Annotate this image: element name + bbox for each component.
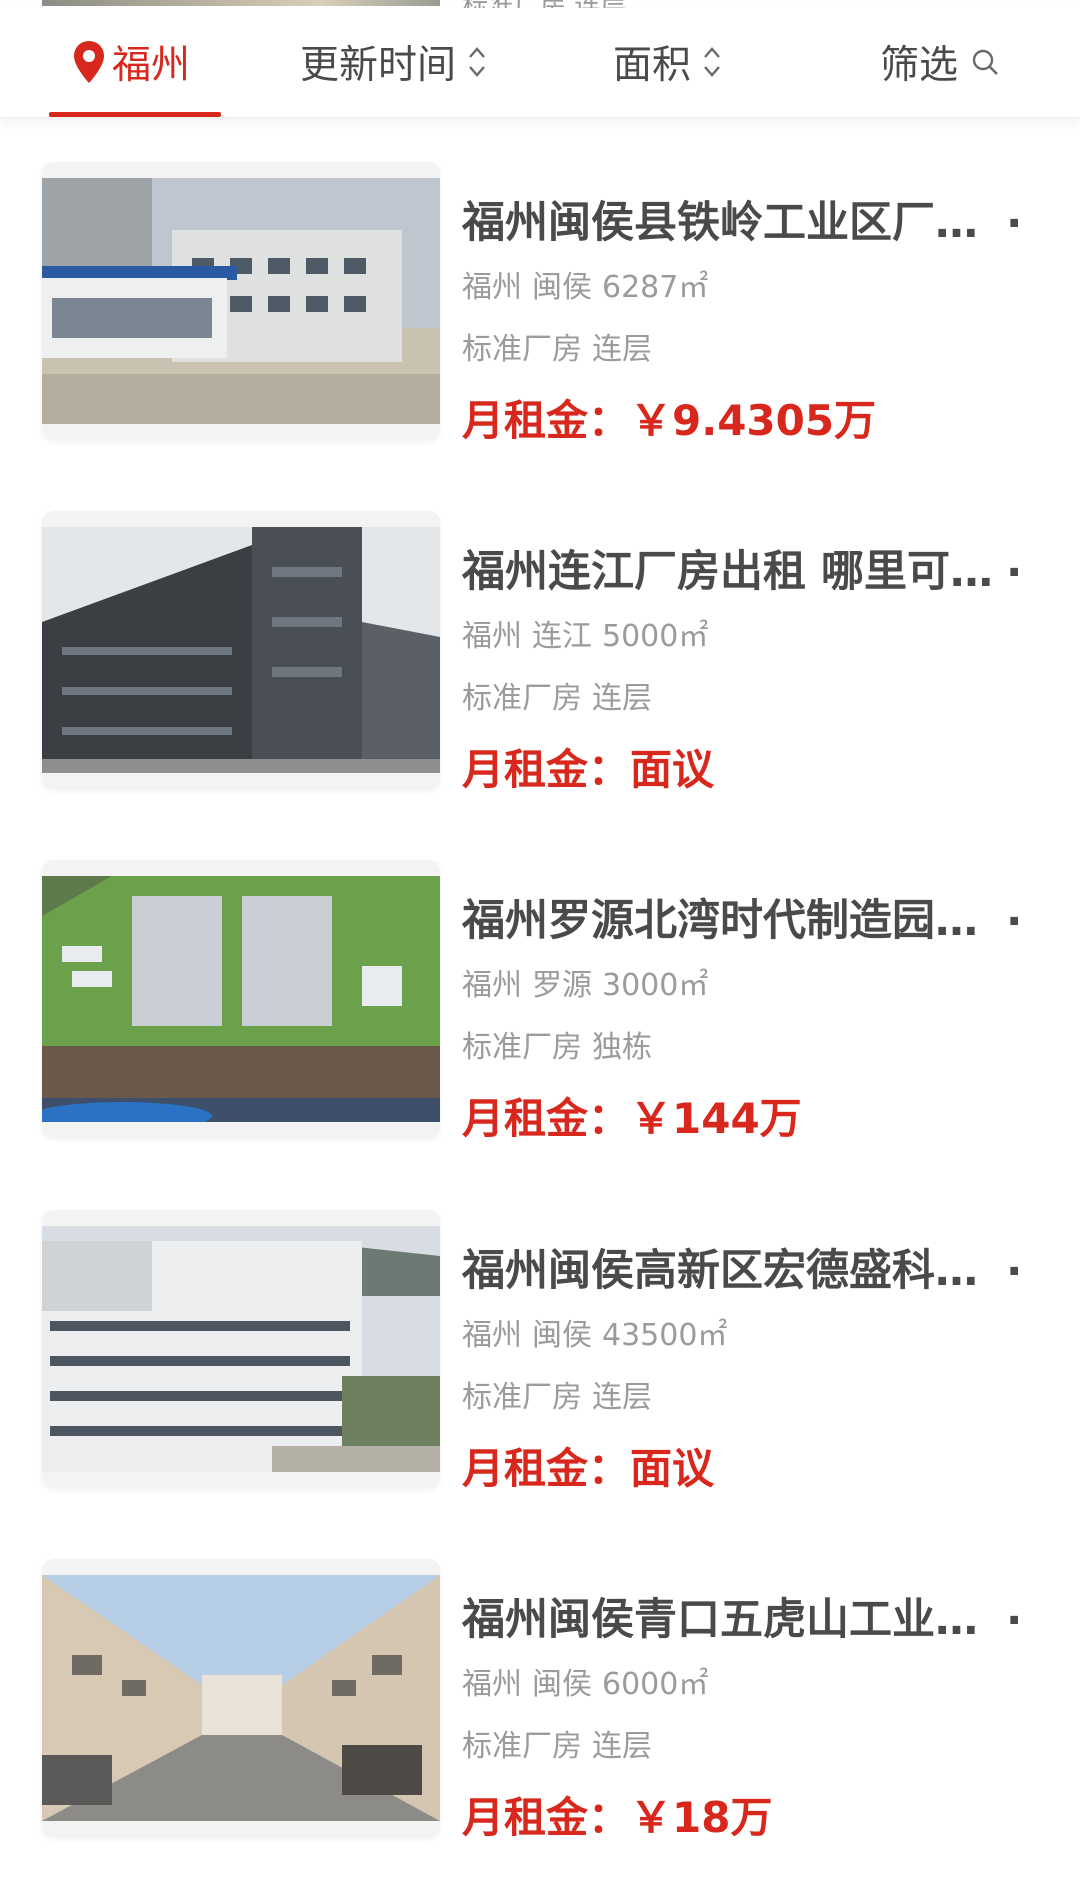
listing-price: 月租金：面议 xyxy=(462,745,715,794)
listing-card[interactable]: 福州闽侯县铁岭工业区厂房出租… 福州闽侯6287㎡ 标准厂房连层 月租金：￥9.… xyxy=(0,162,1080,452)
listing-title[interactable]: 福州连江厂房出租 哪里可以找到… xyxy=(462,537,1022,597)
listing-location: 福州 连江 5000㎡ xyxy=(462,619,709,654)
factory-photo xyxy=(42,1575,440,1821)
city-filter-label: 福州 xyxy=(112,43,191,88)
listing-location: 福州 闽侯 43500㎡ xyxy=(462,1318,728,1353)
location-pin-icon xyxy=(74,41,104,83)
factory-photo xyxy=(42,527,440,773)
update-time-sort[interactable]: 更新时间 xyxy=(300,34,488,90)
previous-listing-image xyxy=(42,0,440,6)
listing-price: 月租金：面议 xyxy=(462,1444,715,1493)
screen-label: 筛选 xyxy=(880,43,959,88)
listing-tags: 标准厂房 连层 xyxy=(462,1729,652,1764)
listing-image[interactable] xyxy=(42,511,440,789)
sort-arrows-icon xyxy=(469,47,485,77)
factory-photo xyxy=(42,1226,440,1472)
listing-location: 福州 闽侯 6287㎡ xyxy=(462,270,709,305)
site-model-photo xyxy=(42,876,440,1122)
previous-listing-peek: 标准厂房 连层 xyxy=(0,0,1080,8)
listing-location: 福州 罗源 3000㎡ xyxy=(462,968,709,1003)
listing-card[interactable]: 福州闽侯高新区宏德盛科技园… 福州闽侯43500㎡ 标准厂房连层 月租金：面议 xyxy=(0,1210,1080,1500)
factory-photo xyxy=(42,178,440,424)
listing-price: 月租金：￥18万 xyxy=(462,1793,773,1842)
listing-card[interactable]: 福州连江厂房出租 哪里可以找到… 福州连江5000㎡ 标准厂房连层 月租金：面议 xyxy=(0,511,1080,801)
active-tab-indicator xyxy=(49,112,221,117)
listing-image[interactable] xyxy=(42,860,440,1138)
city-filter[interactable]: 福州 xyxy=(72,34,190,90)
search-icon xyxy=(972,49,998,75)
area-label: 面积 xyxy=(613,43,692,88)
screen-filter[interactable]: 筛选 xyxy=(880,34,1000,90)
filter-bar: 福州 更新时间 面积 筛选 xyxy=(0,8,1080,118)
listing-image[interactable] xyxy=(42,1210,440,1488)
area-sort[interactable]: 面积 xyxy=(613,34,723,90)
sort-arrows-icon xyxy=(704,47,720,77)
listing-image[interactable] xyxy=(42,162,440,440)
update-time-label: 更新时间 xyxy=(300,43,457,88)
listing-tags: 标准厂房 独栋 xyxy=(462,1030,652,1065)
listing-title[interactable]: 福州闽侯县铁岭工业区厂房出租… xyxy=(462,188,1022,248)
listing-tags: 标准厂房 连层 xyxy=(462,1380,652,1415)
previous-listing-tags: 标准厂房 连层 xyxy=(462,0,626,8)
page: 标准厂房 连层 福州 更新时间 面积 筛选 xyxy=(0,0,1080,1879)
listing-tags: 标准厂房 连层 xyxy=(462,681,652,716)
listing-card[interactable]: 福州罗源北湾时代制造园厂房… 福州罗源3000㎡ 标准厂房独栋 月租金：￥144… xyxy=(0,860,1080,1150)
listing-image[interactable] xyxy=(42,1559,440,1837)
listing-card[interactable]: 福州闽侯青口五虎山工业区厂房… 福州闽侯6000㎡ 标准厂房连层 月租金：￥18… xyxy=(0,1559,1080,1849)
listing-title[interactable]: 福州闽侯青口五虎山工业区厂房… xyxy=(462,1585,1022,1645)
listing-title[interactable]: 福州罗源北湾时代制造园厂房… xyxy=(462,886,1022,946)
listing-tags: 标准厂房 连层 xyxy=(462,332,652,367)
listing-price: 月租金：￥9.4305万 xyxy=(462,396,877,445)
listing-price: 月租金：￥144万 xyxy=(462,1094,802,1143)
listing-location: 福州 闽侯 6000㎡ xyxy=(462,1667,709,1702)
listing-title[interactable]: 福州闽侯高新区宏德盛科技园… xyxy=(462,1236,1022,1296)
